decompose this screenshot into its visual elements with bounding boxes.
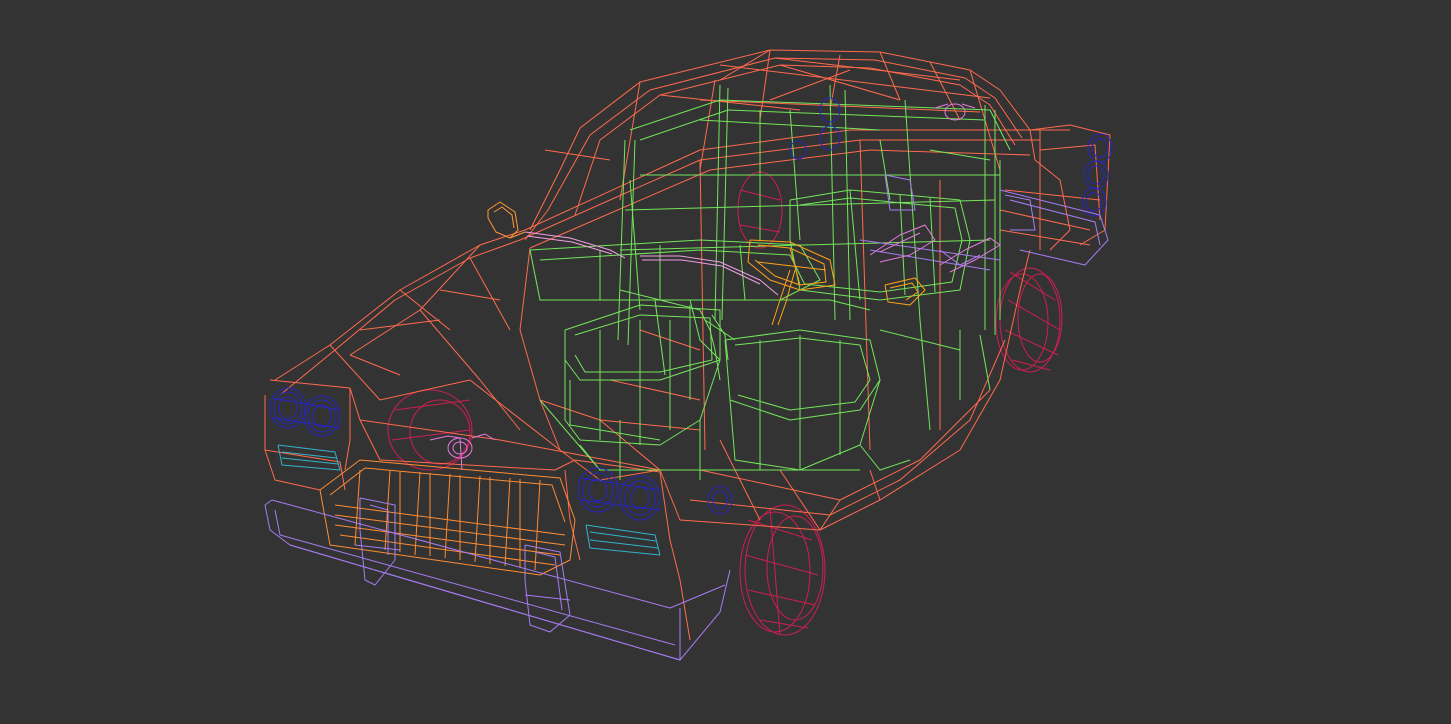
right-headlight xyxy=(577,467,661,521)
side-marker-light xyxy=(707,485,733,515)
car-body xyxy=(264,49,1111,641)
wireframe-car-render xyxy=(264,49,1113,661)
3d-viewport[interactable] xyxy=(0,0,1451,724)
right-signal-light xyxy=(585,524,661,556)
interior-detail xyxy=(869,224,1001,273)
steering-wheel xyxy=(747,239,926,326)
rear-right-wheel xyxy=(995,267,1063,373)
front-bumper xyxy=(264,497,731,661)
cabin-interior xyxy=(529,84,1011,480)
wipers xyxy=(524,231,779,296)
rear-bumper xyxy=(859,174,1109,271)
headlights xyxy=(269,97,1113,521)
grille xyxy=(319,459,576,576)
side-mirror xyxy=(487,201,526,239)
front-right-wheel xyxy=(739,504,826,636)
